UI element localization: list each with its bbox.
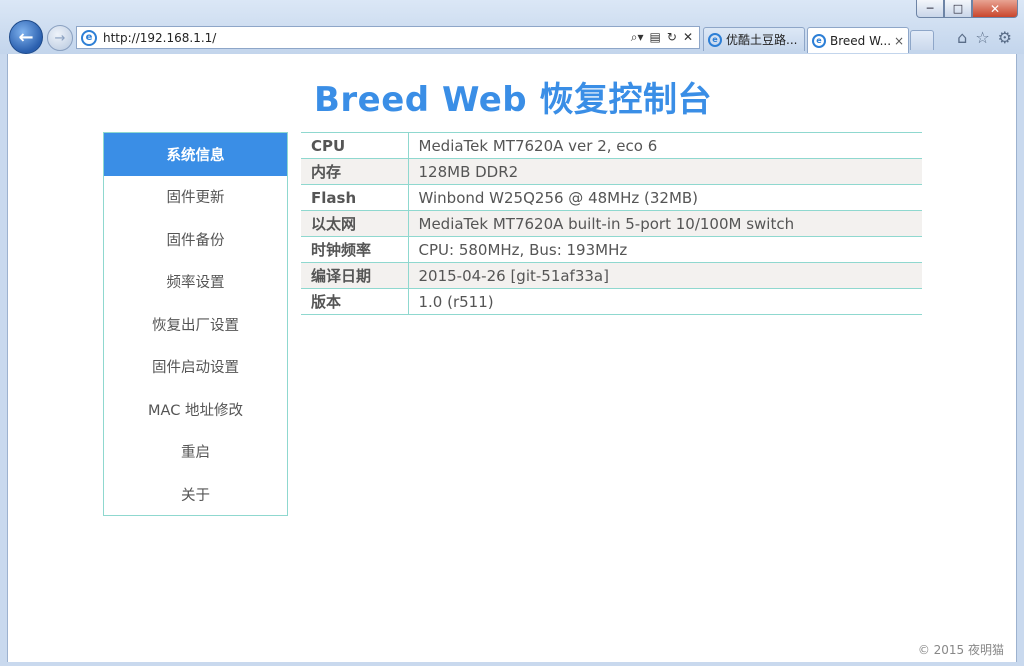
info-key: 编译日期 — [301, 262, 409, 289]
browser-chrome: ─ □ ✕ ← → e http://192.168.1.1/ ⌕▾ ▤ ↻ ✕… — [0, 0, 1024, 54]
info-value: MediaTek MT7620A built-in 5-port 10/100M… — [408, 210, 922, 237]
title-bar: ─ □ ✕ — [0, 0, 1024, 20]
info-value: MediaTek MT7620A ver 2, eco 6 — [408, 132, 922, 159]
info-value: Winbond W25Q256 @ 48MHz (32MB) — [408, 184, 922, 211]
tab-favicon-icon: e — [812, 33, 826, 48]
table-row: 以太网 MediaTek MT7620A built-in 5-port 10/… — [301, 210, 922, 237]
sidebar-item-boot-settings[interactable]: 固件启动设置 — [104, 346, 287, 389]
table-row: 版本 1.0 (r511) — [301, 288, 922, 315]
table-row: 内存 128MB DDR2 — [301, 158, 922, 185]
forward-arrow-icon: → — [54, 30, 66, 46]
info-value: CPU: 580MHz, Bus: 193MHz — [408, 236, 922, 263]
page-title: Breed Web 恢复控制台 — [313, 80, 712, 120]
sidebar-item-system-info[interactable]: 系统信息 — [104, 133, 287, 176]
info-key: 以太网 — [301, 210, 409, 237]
table-row: CPU MediaTek MT7620A ver 2, eco 6 — [301, 132, 922, 159]
tab-close-icon[interactable]: × — [894, 34, 904, 48]
address-input[interactable]: http://192.168.1.1/ — [103, 31, 631, 45]
minimize-button[interactable]: ─ — [916, 0, 944, 18]
compatibility-icon[interactable]: ▤ — [650, 30, 661, 45]
info-key: 时钟频率 — [301, 236, 409, 263]
sidebar-item-frequency-settings[interactable]: 频率设置 — [104, 261, 287, 304]
sidebar-item-firmware-backup[interactable]: 固件备份 — [104, 218, 287, 261]
tab-favicon-icon: e — [708, 32, 722, 47]
home-icon[interactable]: ⌂ — [957, 28, 967, 47]
sidebar-menu: 系统信息 固件更新 固件备份 频率设置 恢复出厂设置 固件启动设置 MAC 地址… — [103, 132, 288, 516]
maximize-button[interactable]: □ — [944, 0, 972, 18]
close-window-button[interactable]: ✕ — [972, 0, 1018, 18]
page-viewport: Breed Web 恢复控制台 系统信息 固件更新 固件备份 频率设置 恢复出厂… — [7, 54, 1017, 662]
ie-page-icon: e — [81, 29, 97, 46]
forward-button[interactable]: → — [47, 25, 73, 51]
sidebar-item-firmware-update[interactable]: 固件更新 — [104, 176, 287, 219]
info-key: 内存 — [301, 158, 409, 185]
info-value: 1.0 (r511) — [408, 288, 922, 315]
back-arrow-icon: ← — [18, 26, 34, 48]
tab-breed[interactable]: e Breed W... × — [807, 27, 909, 53]
info-value: 128MB DDR2 — [408, 158, 922, 185]
sidebar-item-mac-address[interactable]: MAC 地址修改 — [104, 388, 287, 431]
window-controls: ─ □ ✕ — [916, 0, 1018, 18]
search-icon[interactable]: ⌕▾ — [631, 30, 644, 45]
address-tools: ⌕▾ ▤ ↻ ✕ — [631, 30, 699, 45]
refresh-icon[interactable]: ↻ — [667, 30, 677, 45]
table-row: 编译日期 2015-04-26 [git-51af33a] — [301, 262, 922, 289]
sidebar-item-factory-reset[interactable]: 恢复出厂设置 — [104, 303, 287, 346]
info-key: Flash — [301, 184, 409, 211]
system-info-table: CPU MediaTek MT7620A ver 2, eco 6 内存 128… — [301, 132, 922, 315]
tab-label: 优酷土豆路... — [726, 33, 798, 47]
info-key: 版本 — [301, 288, 409, 315]
info-key: CPU — [301, 132, 409, 159]
sidebar-item-about[interactable]: 关于 — [104, 473, 287, 516]
gear-icon[interactable]: ⚙ — [998, 28, 1012, 47]
new-tab-button[interactable] — [910, 30, 934, 50]
sidebar-item-reboot[interactable]: 重启 — [104, 431, 287, 474]
favorites-star-icon[interactable]: ☆ — [975, 28, 989, 47]
stop-icon[interactable]: ✕ — [683, 30, 693, 45]
back-button[interactable]: ← — [9, 20, 43, 54]
info-value: 2015-04-26 [git-51af33a] — [408, 262, 922, 289]
table-row: Flash Winbond W25Q256 @ 48MHz (32MB) — [301, 184, 922, 211]
tab-label: Breed W... — [830, 33, 890, 48]
table-row: 时钟频率 CPU: 580MHz, Bus: 193MHz — [301, 236, 922, 263]
watermark: © 2015 夜明猫 — [917, 643, 1004, 657]
toolbar-icons: ⌂ ☆ ⚙ — [957, 28, 1012, 47]
address-bar[interactable]: e http://192.168.1.1/ ⌕▾ ▤ ↻ ✕ — [76, 26, 700, 49]
tab-youku[interactable]: e 优酷土豆路... — [703, 27, 805, 51]
